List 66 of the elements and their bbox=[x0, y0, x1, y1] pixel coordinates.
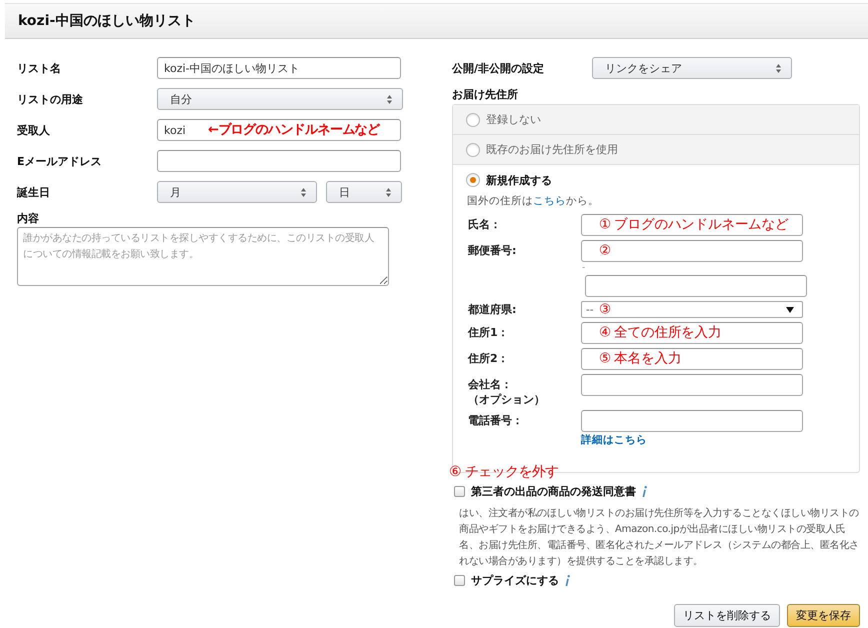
text-input[interactable]: kozi-中国のほしい物リスト bbox=[157, 57, 401, 79]
text-input[interactable]: ⑤ 本名を入力 bbox=[581, 348, 803, 370]
postal-code-input[interactable]: ② bbox=[581, 240, 803, 262]
info-icon[interactable] bbox=[565, 575, 570, 586]
annotation-text: ←ブログのハンドルネームなど bbox=[208, 124, 380, 136]
postal-code-input[interactable] bbox=[585, 275, 807, 297]
text-input[interactable] bbox=[157, 150, 401, 172]
annotation-text: ① ブログのハンドルネームなど bbox=[599, 218, 788, 232]
overseas-note: 国外の住所は こちらから。 bbox=[467, 194, 599, 208]
description-textarea[interactable]: 誰かがあなたの持っているリストを探しやすくするために、このリストの受取人についての情報記載をお願い致します。 bbox=[17, 227, 389, 286]
checkbox[interactable] bbox=[454, 575, 465, 586]
checkbox-label: 第三者の出品の商品の発送同意書 bbox=[471, 484, 636, 499]
field-label: 電話番号： bbox=[468, 413, 523, 429]
text-input[interactable]: kozi ←ブログのハンドルネームなど bbox=[157, 119, 401, 141]
section-label: お届け先住所 bbox=[452, 88, 519, 102]
text-input[interactable]: ① ブログのハンドルネームなど bbox=[581, 214, 803, 236]
month-dropdown[interactable]: 月 bbox=[157, 181, 317, 203]
up-down-caret-icon bbox=[386, 188, 391, 196]
field-label: リスト名 bbox=[17, 60, 62, 76]
text-input[interactable] bbox=[581, 374, 803, 396]
checkbox[interactable] bbox=[454, 486, 465, 497]
field-label: 公開/非公開の設定 bbox=[452, 60, 546, 76]
prefecture-select[interactable]: -- ③ bbox=[581, 301, 803, 318]
field-label: 会社名： bbox=[468, 377, 512, 393]
field-label: 内容 bbox=[17, 212, 40, 226]
field-label: 氏名： bbox=[468, 217, 501, 233]
radio-button[interactable] bbox=[466, 142, 480, 156]
option-label: 新規作成する bbox=[486, 172, 552, 188]
field-label: 受取人 bbox=[17, 122, 51, 138]
annotation-text: ⑥ チェックを外す bbox=[449, 464, 559, 480]
field-sublabel: （オプション） bbox=[468, 394, 545, 406]
caret-down-icon bbox=[786, 306, 794, 312]
annotation-text: ② bbox=[599, 244, 611, 258]
page-title: kozi-中国のほしい物リスト bbox=[18, 12, 196, 30]
checkbox-label: サプライズにする bbox=[471, 573, 559, 588]
field-label: 郵便番号: bbox=[468, 243, 516, 259]
field-label: リストの用途 bbox=[17, 92, 84, 106]
option-label: 登録しない bbox=[486, 112, 541, 127]
field-label: 住所2： bbox=[468, 351, 509, 367]
field-label: 誕生日 bbox=[17, 184, 51, 200]
radio-button[interactable] bbox=[466, 112, 480, 126]
overseas-link[interactable]: こちら bbox=[533, 195, 566, 207]
radio-button[interactable] bbox=[466, 173, 480, 187]
text-input[interactable]: ④ 全ての住所を入力 bbox=[581, 322, 803, 344]
info-icon[interactable] bbox=[642, 486, 647, 497]
save-button[interactable]: 変更を保存 bbox=[787, 604, 860, 627]
up-down-caret-icon bbox=[776, 64, 781, 72]
option-label: 既存のお届け先住所を使用 bbox=[486, 142, 618, 157]
field-label: Eメールアドレス bbox=[17, 154, 103, 168]
address-option[interactable]: 登録しない bbox=[453, 105, 859, 135]
field-label: 都道府県: bbox=[468, 302, 516, 318]
annotation-text: ③ bbox=[599, 302, 611, 316]
up-down-caret-icon bbox=[387, 94, 392, 104]
dropdown[interactable]: 自分 bbox=[157, 88, 403, 110]
address-option[interactable]: 既存のお届け先住所を使用 bbox=[453, 135, 859, 165]
privacy-dropdown[interactable]: リンクをシェア bbox=[592, 57, 792, 79]
separator-text: - bbox=[582, 262, 586, 275]
text-input[interactable] bbox=[581, 410, 803, 432]
day-dropdown[interactable]: 日 bbox=[326, 181, 402, 203]
delete-button[interactable]: リストを削除する bbox=[674, 604, 780, 627]
up-down-caret-icon bbox=[301, 188, 306, 196]
field-label: 住所1： bbox=[468, 325, 509, 341]
consent-description: はい、注文者が私のほしい物リストのお届け先住所等を入力することなくほしい物リストの商品やギフトをお届けできるよう、Amazon.co.jpが出品者にほしい物リストの受取人氏名、お届け先住所、電話番号、匿名化されたメールアドレス（システムの都合上、匿名化されない場合があります）を提供することを承認します。 bbox=[458, 506, 860, 569]
details-link[interactable]: 詳細はこちら bbox=[581, 433, 647, 447]
annotation-text: ④ 全ての住所を入力 bbox=[599, 326, 722, 340]
annotation-text: ⑤ 本名を入力 bbox=[599, 352, 682, 366]
